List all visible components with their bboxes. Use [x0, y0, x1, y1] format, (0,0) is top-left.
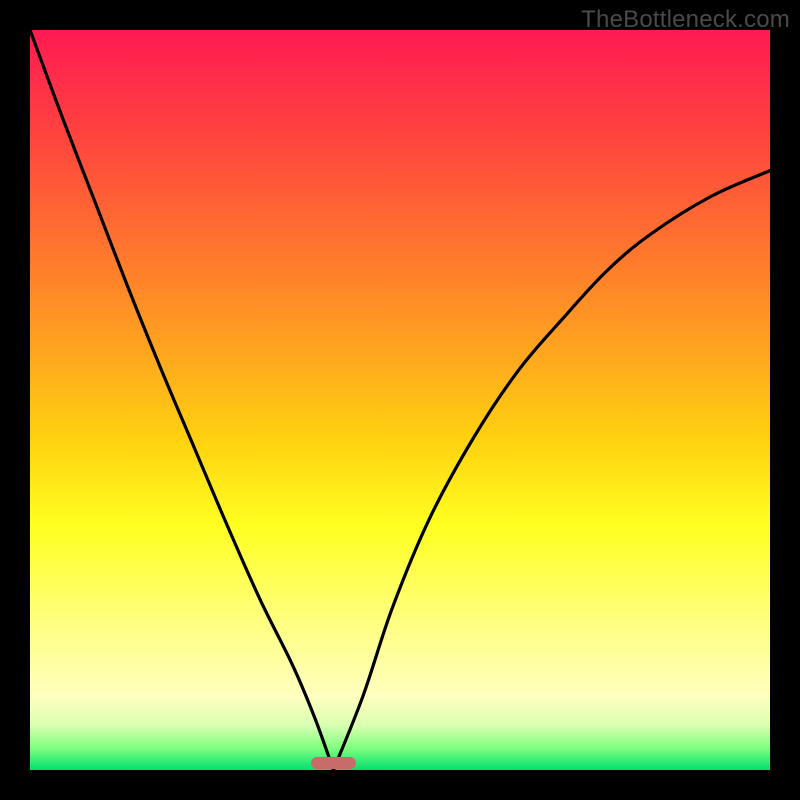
min-marker [311, 757, 355, 769]
curve-layer [30, 30, 770, 770]
left-branch-curve [30, 30, 333, 770]
chart-frame: TheBottleneck.com [0, 0, 800, 800]
plot-area [30, 30, 770, 770]
right-branch-curve [333, 171, 770, 770]
